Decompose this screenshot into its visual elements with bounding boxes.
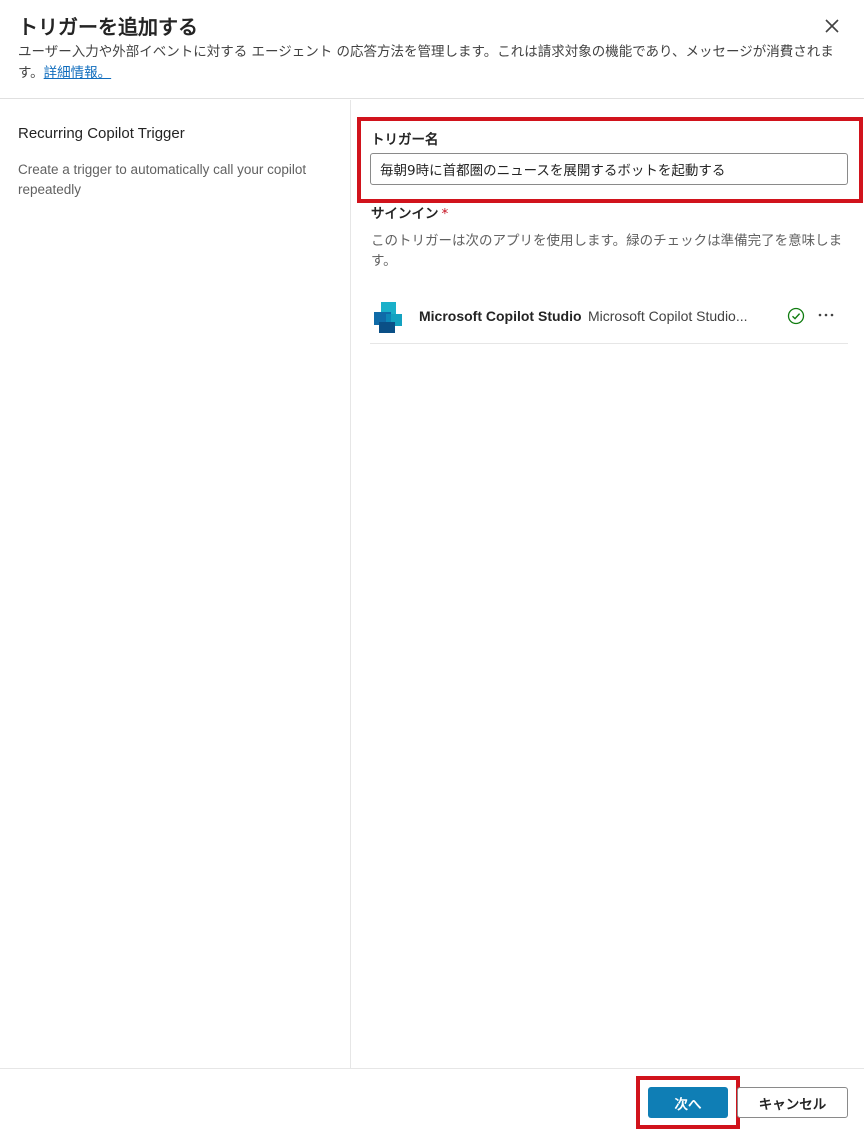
next-button[interactable]: 次へ <box>648 1087 728 1118</box>
trigger-name-input[interactable] <box>370 153 848 185</box>
app-name: Microsoft Copilot Studio <box>419 308 582 324</box>
copilot-studio-logo-icon <box>370 300 404 334</box>
dialog-description-text: ユーザー入力や外部イベントに対する エージェント の応答方法を管理します。これは… <box>18 44 834 81</box>
trigger-name-label: トリガー名 <box>371 132 439 148</box>
app-connection: Microsoft Copilot Studio... <box>588 308 748 324</box>
trigger-type-title: Recurring Copilot Trigger <box>18 125 185 142</box>
signin-description: このトリガーは次のアプリを使用します。緑のチェックは準備完了を意味します。 <box>371 233 843 269</box>
learn-more-link[interactable]: 詳細情報。 <box>44 65 112 81</box>
signin-label-text: サインイン <box>371 206 439 222</box>
close-icon[interactable] <box>820 14 844 38</box>
trigger-type-description: Create a trigger to automatically call y… <box>18 162 307 197</box>
check-circle-icon <box>787 307 805 325</box>
dialog-description: ユーザー入力や外部イベントに対する エージェント の応答方法を管理します。これは… <box>18 42 848 84</box>
cancel-button[interactable]: キャンセル <box>737 1087 848 1118</box>
dialog-header: トリガーを追加する ユーザー入力や外部イベントに対する エージェント の応答方法… <box>0 0 864 99</box>
app-connection-row: Microsoft Copilot Studio Microsoft Copil… <box>370 290 848 344</box>
trigger-info-pane: Recurring Copilot Trigger Create a trigg… <box>0 100 351 1068</box>
required-marker: * <box>441 206 449 222</box>
more-options-icon[interactable] <box>815 304 837 326</box>
dialog-footer <box>0 1068 864 1132</box>
signin-label: サインイン * <box>371 202 448 222</box>
dialog-title: トリガーを追加する <box>18 15 198 39</box>
